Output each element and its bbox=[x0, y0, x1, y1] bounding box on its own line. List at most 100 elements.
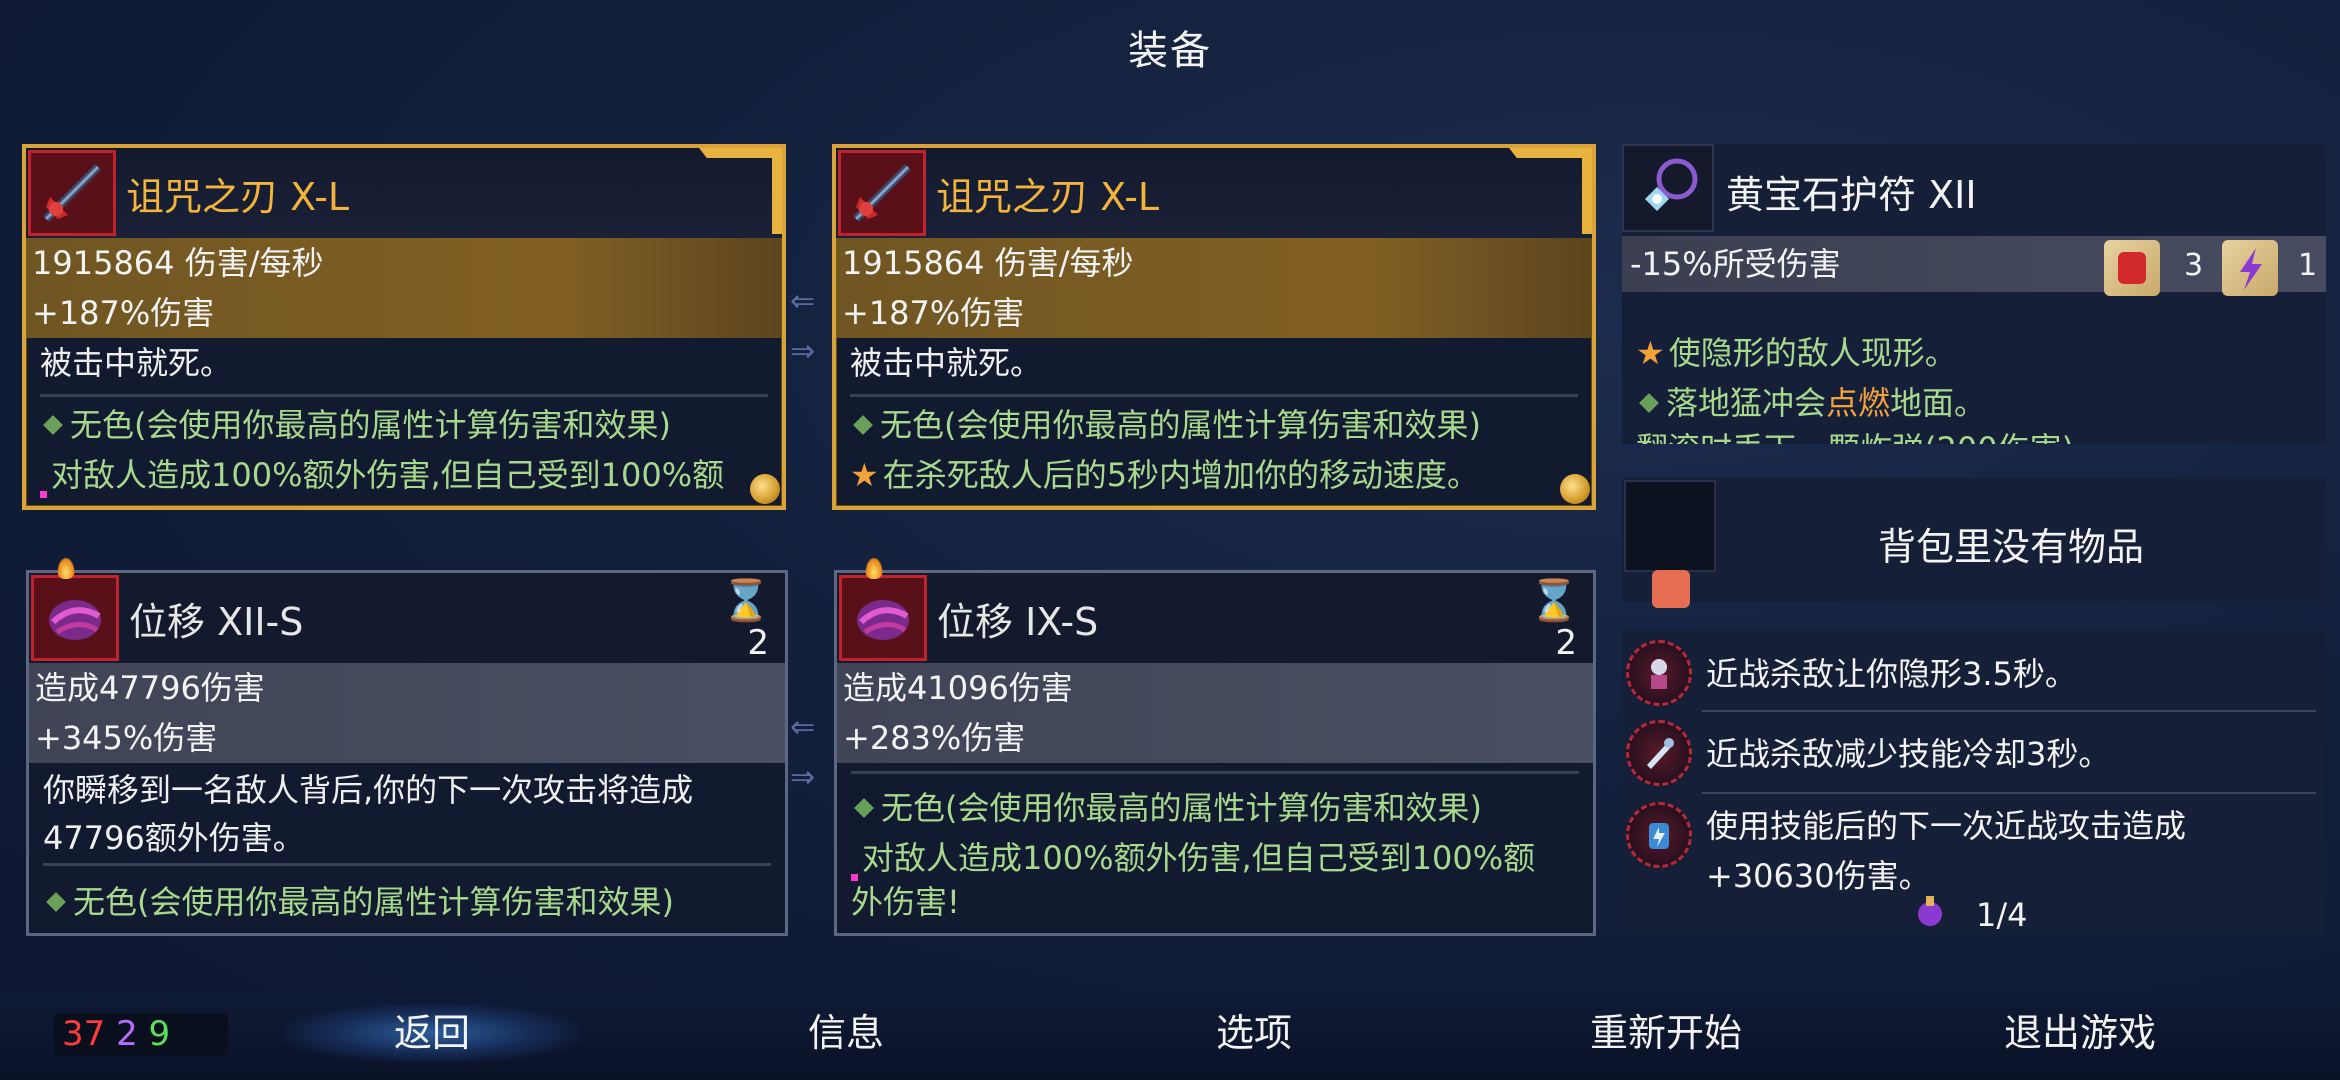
mutation-row[interactable]: 使用技能后的下一次近战攻击造成 +30630伤害。 bbox=[1622, 802, 2326, 922]
weapon-card-primary[interactable]: 诅咒之刃 X-L 1915864 伤害/每秒 +187%伤害 被击中就死。 无色… bbox=[22, 144, 786, 510]
amulet-trait-reveal: ★ 使隐形的敌人现形。 bbox=[1636, 334, 1957, 372]
cursed-sword-icon bbox=[28, 150, 116, 236]
skill-name: 位移 IX-S bbox=[937, 600, 1099, 644]
cursed-sword-icon bbox=[838, 150, 926, 236]
mutation-row[interactable]: 近战杀敌让你隐形3.5秒。 bbox=[1622, 640, 2326, 716]
flame-icon bbox=[57, 557, 75, 579]
swap-right-arrow-icon[interactable]: ⇒ bbox=[790, 334, 815, 369]
weapon-trait-colorless: 无色(会使用你最高的属性计算伤害和效果) bbox=[40, 402, 671, 448]
mutation-page-flask-icon bbox=[1912, 892, 1948, 928]
diamond-icon bbox=[853, 415, 873, 435]
curse-dot-icon bbox=[40, 491, 47, 498]
quit-button[interactable]: 退出游戏 bbox=[1930, 1003, 2230, 1063]
skill-card-secondary[interactable]: 位移 IX-S ⌛ 2 造成41096伤害 +283%伤害 无色(会使用你最高的… bbox=[834, 557, 1596, 936]
page-title: 装备 bbox=[1128, 28, 1212, 74]
star-icon: ★ bbox=[1636, 334, 1665, 372]
swap-left-arrow-icon[interactable]: ⇐ bbox=[790, 284, 815, 319]
weapon-trait-curse: 对敌人造成100%额外伤害,但自己受到100%额 bbox=[40, 452, 724, 498]
weapon-trait-colorless: 无色(会使用你最高的属性计算伤害和效果) bbox=[850, 402, 1481, 448]
mutation-text-line1: 使用技能后的下一次近战攻击造成 bbox=[1706, 807, 2187, 845]
weapon-name: 诅咒之刃 X-L bbox=[936, 175, 1160, 219]
skill-desc-line1: 你瞬移到一名敌人背后,你的下一次攻击将造成 bbox=[43, 771, 694, 809]
weapon-dps: 1915864 伤害/每秒 bbox=[26, 238, 782, 288]
mutation-separator bbox=[1702, 710, 2316, 712]
skill-trait-curse-line1: 对敌人造成100%额外伤害,但自己受到100%额 bbox=[851, 835, 1535, 881]
skill-divider bbox=[851, 771, 1579, 774]
hourglass-icon: ⌛ bbox=[721, 578, 771, 624]
backpack-slot[interactable] bbox=[1624, 480, 1716, 572]
brutality-stat: 37 bbox=[62, 1014, 106, 1054]
skill-header: 位移 IX-S ⌛ 2 bbox=[837, 557, 1593, 663]
diamond-icon bbox=[1639, 393, 1659, 413]
skill-name: 位移 XII-S bbox=[129, 600, 304, 644]
phaser-skill-icon bbox=[839, 575, 927, 661]
skill-damage: 造成41096伤害 bbox=[837, 663, 1593, 713]
cooldown-mutation-icon bbox=[1626, 720, 1692, 786]
hourglass-icon: ⌛ bbox=[1529, 578, 1579, 624]
weapon-dps: 1915864 伤害/每秒 bbox=[836, 238, 1592, 288]
mutation-page-indicator: 1/4 bbox=[1976, 896, 2028, 934]
mutations-panel: 近战杀敌让你隐形3.5秒。 近战杀敌减少技能冷却3秒。 使用技能后的下一次近战攻… bbox=[1622, 630, 2326, 936]
weapon-divider bbox=[850, 394, 1578, 397]
stats-counter: 37 2 9 bbox=[54, 1013, 228, 1055]
backpack-panel[interactable]: 背包里没有物品 bbox=[1622, 478, 2326, 608]
pet-icon bbox=[1652, 570, 1690, 608]
gold-frame-corner-v bbox=[772, 148, 782, 234]
weapon-divider bbox=[40, 394, 768, 397]
mutation-text-line2: +30630伤害。 bbox=[1706, 857, 1931, 895]
skill-damage: 造成47796伤害 bbox=[29, 663, 785, 713]
skill-charges: 2 bbox=[1555, 623, 1577, 663]
mutation-row[interactable]: 近战杀敌减少技能冷却3秒。 bbox=[1622, 720, 2326, 796]
combo-mutation-icon bbox=[1626, 802, 1692, 868]
amulet-name: 黄宝石护符 XII bbox=[1726, 173, 1977, 217]
gold-frame-corner-v bbox=[1582, 148, 1592, 234]
bottom-nav-bar: 37 2 9 返回 信息 选项 重新开始 退出游戏 bbox=[0, 993, 2340, 1080]
info-button[interactable]: 信息 bbox=[696, 1003, 996, 1063]
skill-bonus: +345%伤害 bbox=[29, 713, 785, 763]
skill-trait-colorless: 无色(会使用你最高的属性计算伤害和效果) bbox=[851, 785, 1482, 831]
invisibility-mutation-icon bbox=[1626, 640, 1692, 706]
backpack-empty-text: 背包里没有物品 bbox=[1878, 525, 2145, 569]
survival-stat: 9 bbox=[148, 1014, 171, 1054]
weapon-desc: 被击中就死。 bbox=[850, 344, 1043, 382]
skill-trait-curse-line2: 外伤害! bbox=[851, 883, 960, 921]
options-button[interactable]: 选项 bbox=[1104, 1003, 1404, 1063]
diamond-icon bbox=[854, 798, 874, 818]
tactics-scroll-count: 1 bbox=[2298, 248, 2318, 283]
weapon-name: 诅咒之刃 X-L bbox=[126, 175, 350, 219]
gold-knob-icon bbox=[1560, 474, 1590, 504]
skill-card-primary[interactable]: 位移 XII-S ⌛ 2 造成47796伤害 +345%伤害 你瞬移到一名敌人背… bbox=[26, 557, 788, 936]
weapon-desc: 被击中就死。 bbox=[40, 344, 233, 382]
restart-button[interactable]: 重新开始 bbox=[1516, 1003, 1816, 1063]
skill-bonus: +283%伤害 bbox=[837, 713, 1593, 763]
flame-icon bbox=[865, 557, 883, 579]
skill-trait-colorless: 无色(会使用你最高的属性计算伤害和效果) bbox=[43, 879, 674, 925]
skill-desc-line2: 47796额外伤害。 bbox=[43, 819, 305, 857]
weapon-bonus: +187%伤害 bbox=[26, 288, 782, 338]
amulet-trait-ignite: 落地猛冲会点燃地面。 bbox=[1636, 380, 1986, 426]
amulet-stat: -15%所受伤害 bbox=[1622, 236, 2326, 292]
weapon-header: 诅咒之刃 X-L bbox=[26, 148, 782, 238]
brutality-scroll-count: 3 bbox=[2184, 248, 2204, 283]
amulet-icon bbox=[1622, 144, 1714, 232]
gold-knob-icon bbox=[750, 474, 780, 504]
star-icon: ★ bbox=[850, 456, 879, 494]
tactics-scroll-icon bbox=[2222, 240, 2278, 296]
mutation-text: 近战杀敌让你隐形3.5秒。 bbox=[1706, 655, 2077, 693]
weapon-header: 诅咒之刃 X-L bbox=[836, 148, 1592, 238]
weapon-trait-speed: ★ 在杀死敌人后的5秒内增加你的移动速度。 bbox=[850, 456, 1480, 494]
skill-divider bbox=[43, 863, 771, 866]
weapon-bonus: +187%伤害 bbox=[836, 288, 1592, 338]
diamond-icon bbox=[43, 415, 63, 435]
back-button[interactable]: 返回 bbox=[282, 1003, 582, 1063]
tactics-stat: 2 bbox=[116, 1014, 138, 1054]
amulet-trait-bomb: 翻滚时丢下一颗炸弹(200伤害) bbox=[1636, 426, 2074, 444]
diamond-icon bbox=[46, 892, 66, 912]
mutation-separator bbox=[1702, 792, 2316, 794]
swap-left-arrow-icon[interactable]: ⇐ bbox=[790, 710, 815, 745]
mutation-text: 近战杀敌减少技能冷却3秒。 bbox=[1706, 735, 2111, 773]
amulet-panel[interactable]: 黄宝石护符 XII -15%所受伤害 3 1 ★ 使隐形的敌人现形。 落地猛冲会点… bbox=[1622, 144, 2326, 444]
weapon-card-secondary[interactable]: 诅咒之刃 X-L 1915864 伤害/每秒 +187%伤害 被击中就死。 无色… bbox=[832, 144, 1596, 510]
swap-right-arrow-icon[interactable]: ⇒ bbox=[790, 760, 815, 795]
brutality-scroll-icon bbox=[2104, 240, 2160, 296]
